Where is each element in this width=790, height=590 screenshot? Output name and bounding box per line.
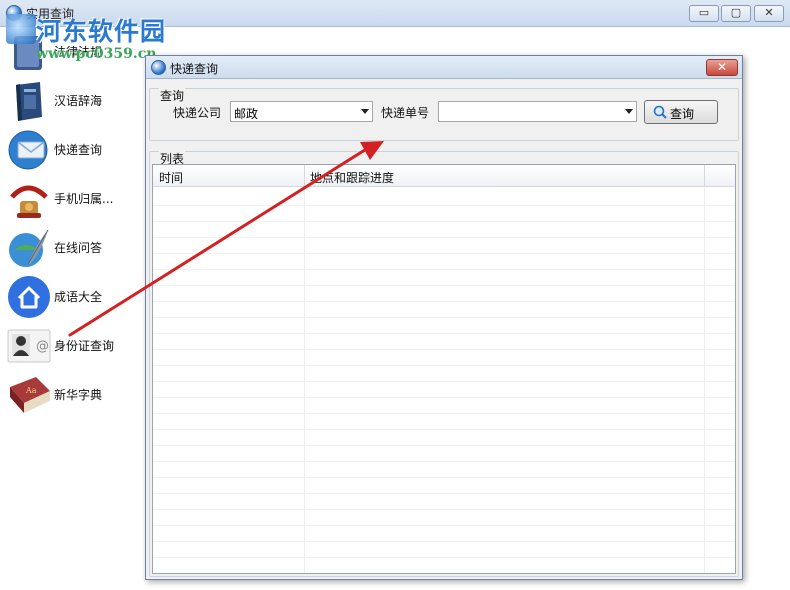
tracking-number-input[interactable] bbox=[438, 101, 637, 122]
sidebar-item-label: 成语大全 bbox=[54, 290, 103, 304]
company-select-value: 邮政 bbox=[234, 107, 259, 121]
sidebar-item-label: 汉语辞海 bbox=[54, 94, 103, 108]
phone-icon bbox=[10, 185, 48, 218]
express-mail-icon bbox=[8, 130, 48, 170]
watermark-logo bbox=[6, 14, 36, 44]
watermark-url: www.pc0359.cn bbox=[36, 46, 157, 62]
table-row bbox=[153, 557, 735, 558]
table-row bbox=[153, 301, 735, 302]
feather-globe-icon bbox=[9, 229, 49, 267]
column-divider[interactable] bbox=[304, 165, 305, 187]
sidebar-item-label: 新华字典 bbox=[54, 388, 103, 402]
svg-text:@: @ bbox=[36, 339, 49, 354]
table-row bbox=[153, 333, 735, 334]
express-query-dialog: 快递查询 ✕ 查询 快递公司 邮政 快递单号 查询 列表 时间 地点和跟踪进度 bbox=[145, 55, 743, 580]
table-row bbox=[153, 477, 735, 478]
dialog-close-button[interactable]: ✕ bbox=[706, 59, 738, 76]
maximize-button[interactable]: ▢ bbox=[721, 5, 751, 22]
table-row bbox=[153, 509, 735, 510]
company-label: 快递公司 bbox=[173, 106, 222, 120]
sidebar-item-idcard[interactable]: @ 身份证查询 bbox=[4, 322, 144, 370]
table-row bbox=[153, 381, 735, 382]
table-row bbox=[153, 317, 735, 318]
table-row bbox=[153, 285, 735, 286]
minimize-button[interactable]: ▭ bbox=[689, 5, 719, 22]
id-card-icon: @ bbox=[7, 329, 51, 363]
dialog-title-bar: 快递查询 ✕ bbox=[146, 56, 742, 79]
sidebar-item-xinhua[interactable]: Aa 新华字典 bbox=[4, 371, 144, 419]
sidebar-item-phone[interactable]: 手机归属... bbox=[4, 175, 144, 223]
table-row bbox=[153, 253, 735, 254]
results-table[interactable]: 时间 地点和跟踪进度 bbox=[152, 164, 736, 574]
table-row bbox=[153, 525, 735, 526]
sidebar-item-qa[interactable]: 在线问答 bbox=[4, 224, 144, 272]
table-row bbox=[153, 205, 735, 206]
table-row bbox=[153, 365, 735, 366]
table-row bbox=[153, 349, 735, 350]
sidebar: 法律法规 汉语辞海 快递查询 手机归属... 在线问答 成语大全 @ 身份证查询… bbox=[4, 28, 144, 588]
table-row bbox=[153, 445, 735, 446]
sidebar-item-express[interactable]: 快递查询 bbox=[4, 126, 144, 174]
query-button-label: 查询 bbox=[670, 107, 695, 121]
table-row bbox=[153, 397, 735, 398]
table-row bbox=[153, 429, 735, 430]
table-row bbox=[153, 573, 735, 574]
sidebar-item-label: 快递查询 bbox=[54, 143, 103, 157]
table-row bbox=[153, 493, 735, 494]
close-button[interactable]: ✕ bbox=[754, 5, 784, 22]
query-group-label: 查询 bbox=[159, 87, 186, 104]
sidebar-item-idioms[interactable]: 成语大全 bbox=[4, 273, 144, 321]
table-row bbox=[153, 541, 735, 542]
svg-text:Aa: Aa bbox=[25, 386, 37, 395]
table-row bbox=[153, 413, 735, 414]
query-button[interactable]: 查询 bbox=[644, 100, 718, 124]
company-select[interactable]: 邮政 bbox=[230, 101, 373, 122]
sidebar-item-label: 手机归属... bbox=[54, 192, 114, 206]
column-divider[interactable] bbox=[704, 165, 705, 187]
xinhua-dictionary-icon: Aa bbox=[10, 377, 50, 413]
table-header: 时间 地点和跟踪进度 bbox=[153, 165, 735, 187]
search-icon bbox=[653, 105, 667, 119]
table-row bbox=[153, 269, 735, 270]
home-icon bbox=[8, 276, 50, 318]
dictionary-book-icon bbox=[16, 82, 42, 121]
tracking-label: 快递单号 bbox=[381, 106, 430, 120]
table-row bbox=[153, 461, 735, 462]
chevron-down-icon bbox=[361, 109, 369, 114]
column-header-location-progress[interactable]: 地点和跟踪进度 bbox=[310, 169, 394, 186]
chevron-down-icon bbox=[625, 109, 633, 114]
sidebar-item-dictionary[interactable]: 汉语辞海 bbox=[4, 77, 144, 125]
table-row bbox=[153, 221, 735, 222]
watermark-title: 河东软件园 bbox=[36, 17, 167, 46]
column-header-time[interactable]: 时间 bbox=[159, 169, 183, 186]
sidebar-item-label: 身份证查询 bbox=[54, 339, 115, 353]
dialog-icon bbox=[151, 60, 166, 75]
watermark: 河东软件园 bbox=[36, 12, 166, 48]
table-row bbox=[153, 237, 735, 238]
dialog-title: 快递查询 bbox=[170, 62, 219, 76]
sidebar-item-label: 在线问答 bbox=[54, 241, 103, 255]
